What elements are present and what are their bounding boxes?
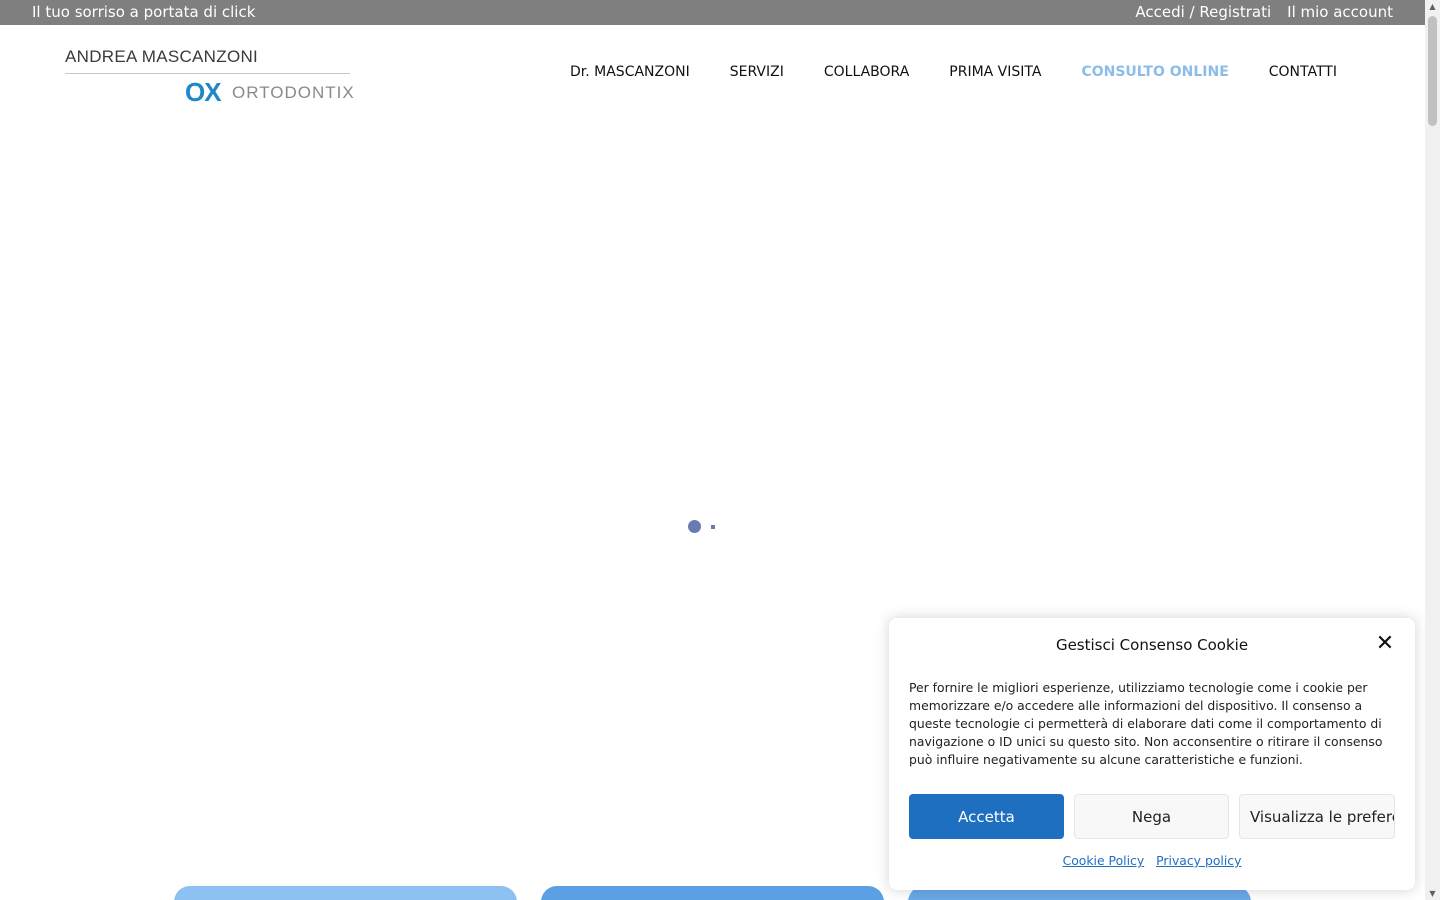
cookie-links: Cookie Policy Privacy policy [889, 853, 1415, 868]
main-nav: Dr. MASCANZONI SERVIZI COLLABORA PRIMA V… [570, 64, 1337, 80]
logo-brand: ORTODONTIX [232, 83, 355, 102]
cookie-policy-link[interactable]: Cookie Policy [1063, 853, 1145, 868]
cookie-buttons: Accetta Nega Visualizza le preferenze [909, 794, 1395, 839]
nav-item-prima-visita[interactable]: PRIMA VISITA [949, 64, 1041, 80]
deny-button[interactable]: Nega [1074, 794, 1229, 839]
tagline: Il tuo sorriso a portata di click [32, 3, 256, 21]
accept-button[interactable]: Accetta [909, 794, 1064, 839]
close-icon[interactable]: ✕ [1373, 632, 1397, 656]
site-logo[interactable]: ANDREA MASCANZONI OX ORTODONTIX [65, 45, 354, 107]
login-register-link[interactable]: Accedi / Registrati [1135, 0, 1271, 25]
loader-dot-large [688, 520, 701, 533]
cookie-dialog-text: Per fornire le migliori esperienze, util… [909, 680, 1383, 767]
cookie-consent-dialog: Gestisci Consenso Cookie ✕ Per fornire l… [889, 618, 1415, 890]
top-bar: Il tuo sorriso a portata di click Accedi… [0, 0, 1425, 25]
logo-name: ANDREA MASCANZONI [65, 47, 259, 66]
logo-divider [65, 73, 350, 74]
scrollbar-thumb[interactable] [1428, 16, 1437, 126]
nav-item-collabora[interactable]: COLLABORA [824, 64, 909, 80]
nav-item-servizi[interactable]: SERVIZI [730, 64, 784, 80]
scroll-up-icon[interactable]: ▲ [1428, 2, 1437, 11]
page-scrollbar[interactable]: ▲ ▼ [1425, 0, 1440, 900]
account-links: Accedi / Registrati Il mio account [1135, 0, 1393, 25]
scroll-down-icon[interactable]: ▼ [1428, 889, 1437, 898]
view-preferences-button[interactable]: Visualizza le preferenze [1239, 794, 1395, 839]
nav-item-dr-mascanzoni[interactable]: Dr. MASCANZONI [570, 64, 690, 80]
nav-item-consulto-online[interactable]: CONSULTO ONLINE [1081, 64, 1228, 80]
service-card-1[interactable] [174, 886, 517, 900]
service-card-2[interactable] [541, 886, 884, 900]
logo-mark: OX [185, 77, 222, 107]
nav-item-contatti[interactable]: CONTATTI [1269, 64, 1337, 80]
loader-dot-small [711, 525, 715, 529]
cookie-dialog-title: Gestisci Consenso Cookie [1055, 636, 1249, 654]
my-account-link[interactable]: Il mio account [1287, 0, 1393, 25]
privacy-policy-link[interactable]: Privacy policy [1156, 853, 1241, 868]
